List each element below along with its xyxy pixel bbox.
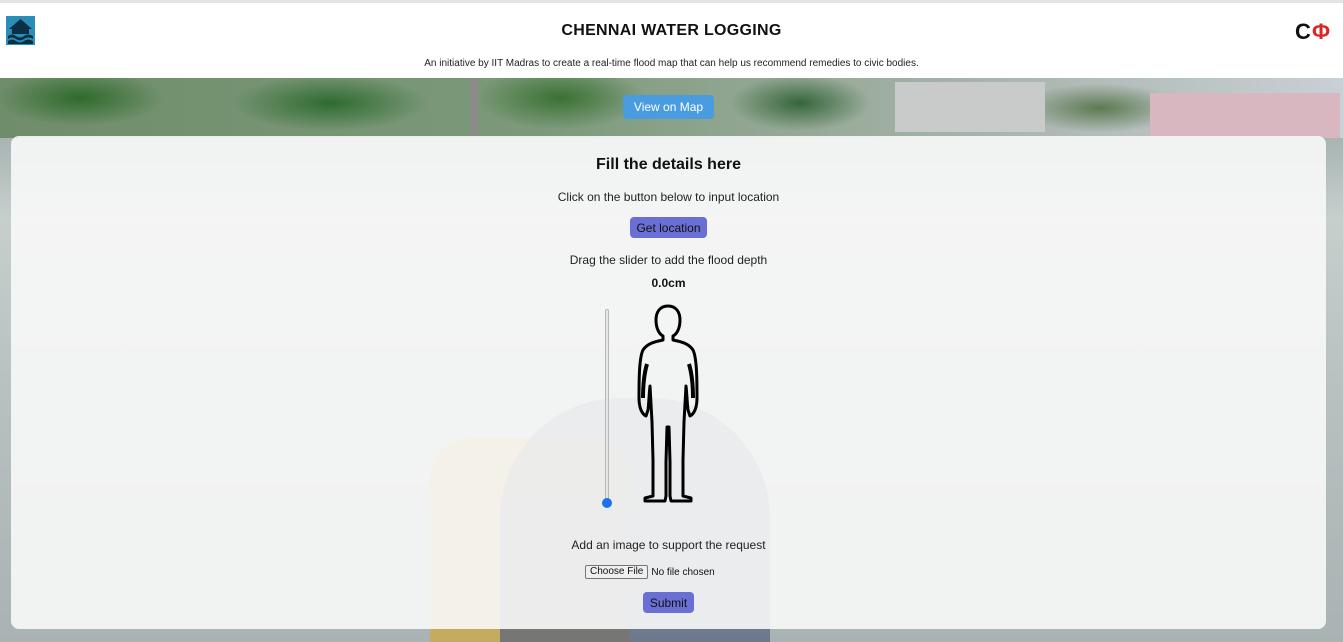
image-hint: Add an image to support the request: [571, 538, 766, 552]
view-on-map-button[interactable]: View on Map: [623, 95, 714, 119]
brand-logo: CΦ: [1295, 19, 1331, 45]
form-card: Fill the details here Click on the butto…: [11, 136, 1326, 629]
flood-depth-slider-thumb[interactable]: [602, 498, 612, 508]
page-title: CHENNAI WATER LOGGING: [561, 22, 782, 39]
brand-logo-phi: Φ: [1311, 19, 1331, 44]
flood-depth-slider[interactable]: [605, 309, 609, 504]
header: CHENNAI WATER LOGGING An initiative by I…: [0, 3, 1343, 78]
submit-button[interactable]: Submit: [643, 592, 694, 613]
choose-file-button[interactable]: Choose File: [585, 565, 649, 579]
file-status: No file chosen: [651, 566, 715, 578]
depth-hint: Drag the slider to add the flood depth: [569, 253, 768, 267]
depth-value: 0.0cm: [651, 276, 686, 290]
get-location-button[interactable]: Get location: [630, 217, 707, 238]
page-subtitle: An initiative by IIT Madras to create a …: [424, 58, 919, 69]
form-title: Fill the details here: [596, 156, 741, 173]
person-silhouette-icon: [637, 304, 699, 503]
location-hint: Click on the button below to input locat…: [557, 190, 780, 204]
file-input: Choose File No file chosen: [585, 565, 715, 579]
brand-logo-c: C: [1295, 19, 1312, 44]
